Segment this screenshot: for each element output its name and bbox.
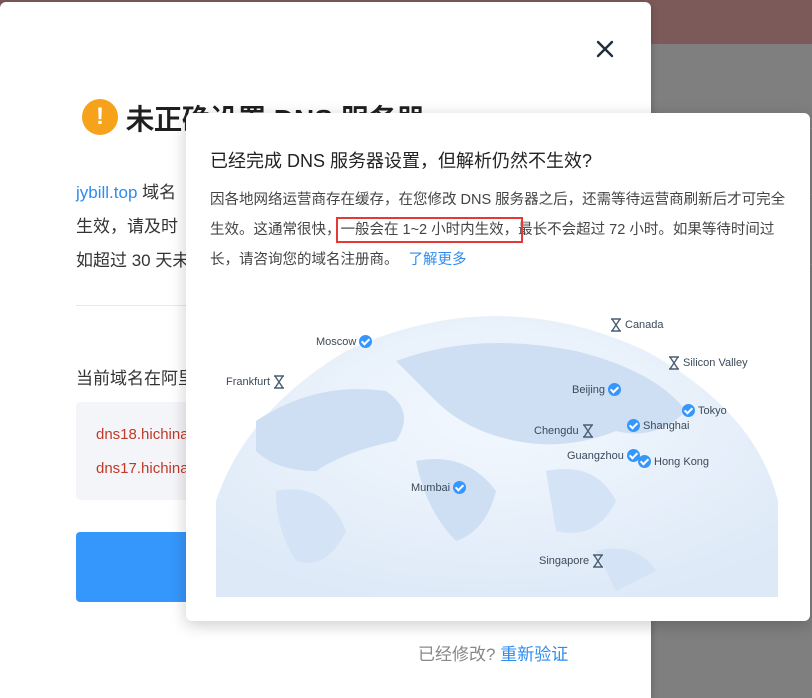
hourglass-icon: [273, 375, 285, 389]
check-icon: [453, 481, 467, 494]
current-ns-label: 当前域名在阿里: [76, 369, 195, 388]
ns-item: dns18.hichina: [96, 426, 189, 443]
hourglass-icon: [610, 318, 622, 332]
dns-help-popover: 已经完成 DNS 服务器设置，但解析仍然不生效? 因各地网络运营商存在缓存，在您…: [186, 113, 810, 621]
warning-icon: !: [82, 99, 118, 135]
check-icon: [627, 419, 640, 432]
ns-item: dns17.hichina: [96, 460, 189, 477]
check-icon: [608, 383, 622, 396]
popover-title: 已经完成 DNS 服务器设置，但解析仍然不生效?: [210, 151, 593, 171]
highlighted-text: 一般会在 1~2 小时内生效，: [335, 217, 524, 243]
city-shanghai: Shanghai: [627, 419, 690, 432]
city-silicon-valley: Silicon Valley: [668, 356, 748, 370]
check-icon: [682, 404, 695, 417]
city-beijing: Beijing: [572, 383, 622, 396]
city-chengdu: Chengdu: [534, 424, 594, 438]
world-map-globe: Canada Moscow Silicon Valley Frankfurt B…: [216, 301, 778, 597]
close-icon[interactable]: [592, 36, 618, 62]
check-icon: [638, 455, 651, 468]
city-guangzhou: Guangzhou: [567, 449, 640, 462]
city-tokyo: Tokyo: [682, 404, 727, 417]
city-frankfurt: Frankfurt: [226, 375, 285, 389]
check-icon: [359, 335, 373, 348]
popover-body: 因各地网络运营商存在缓存，在您修改 DNS 服务器之后，还需等待运营商刷新后才可…: [210, 192, 786, 268]
reverify-link[interactable]: 重新验证: [500, 645, 568, 664]
hourglass-icon: [668, 356, 680, 370]
city-mumbai: Mumbai: [411, 481, 467, 494]
domain-link[interactable]: jybill.top: [76, 183, 137, 202]
hourglass-icon: [592, 554, 604, 568]
city-canada: Canada: [610, 318, 664, 332]
hourglass-icon: [582, 424, 594, 438]
learn-more-link[interactable]: 了解更多: [409, 252, 467, 268]
city-hong-kong: Hong Kong: [638, 455, 709, 468]
footer-question: 已经修改? 重新验证: [418, 645, 569, 664]
city-moscow: Moscow: [316, 335, 373, 348]
city-singapore: Singapore: [539, 554, 604, 568]
